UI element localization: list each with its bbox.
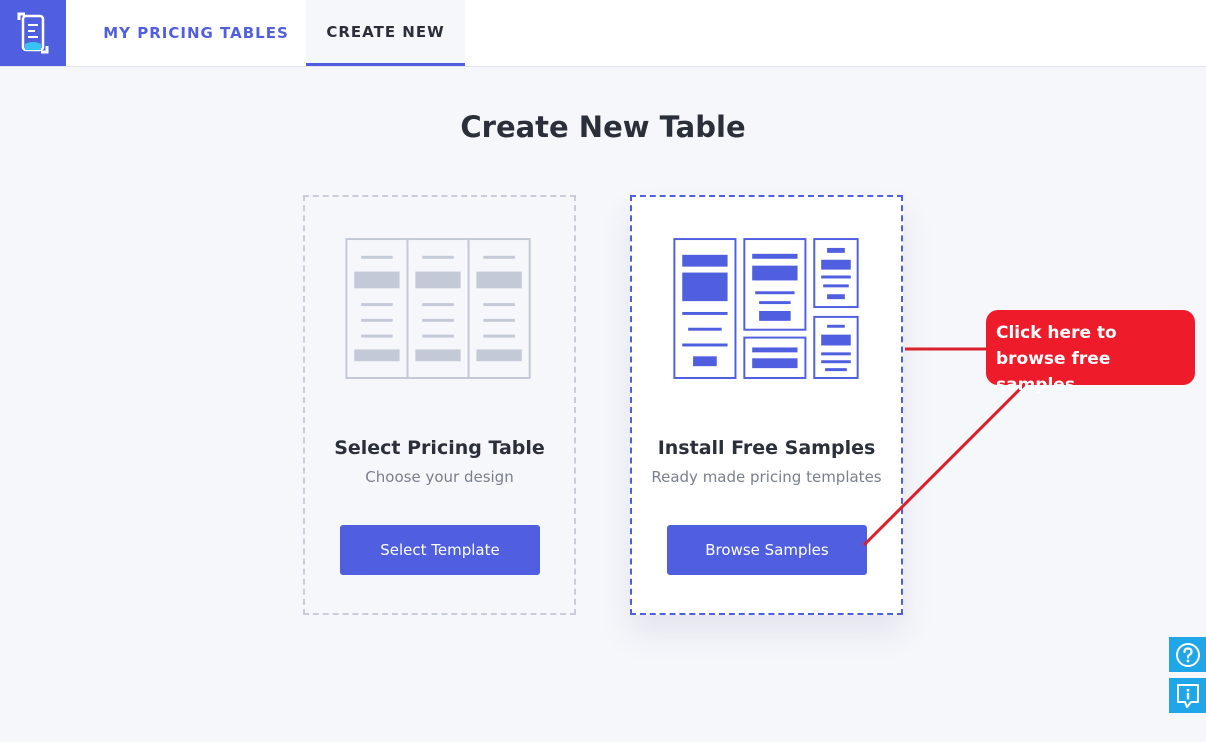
sample-templates-icon <box>673 238 859 379</box>
select-template-button[interactable]: Select Template <box>340 525 540 575</box>
pricing-table-logo-icon[interactable] <box>0 0 66 66</box>
info-chat-icon <box>1176 683 1199 708</box>
select-pricing-table-card: Select Pricing Table Choose your design … <box>303 195 576 615</box>
info-chat-button[interactable] <box>1169 678 1206 713</box>
card-subtitle: Choose your design <box>365 468 514 486</box>
card-title: Select Pricing Table <box>334 437 545 459</box>
annotation-callout: Click here to browse free samples <box>986 310 1195 395</box>
tab-my-pricing-tables[interactable]: MY PRICING TABLES <box>88 0 304 66</box>
top-navigation: MY PRICING TABLES CREATE NEW <box>0 0 1206 67</box>
help-button[interactable] <box>1169 637 1206 672</box>
page-title: Create New Table <box>460 110 746 144</box>
blank-columns-icon <box>345 238 531 379</box>
card-title: Install Free Samples <box>657 437 876 459</box>
browse-samples-button[interactable]: Browse Samples <box>667 525 867 575</box>
help-icon <box>1175 642 1200 667</box>
install-free-samples-card: Install Free Samples Ready made pricing … <box>630 195 903 615</box>
tab-create-new[interactable]: CREATE NEW <box>306 0 465 66</box>
card-subtitle: Ready made pricing templates <box>651 468 882 486</box>
